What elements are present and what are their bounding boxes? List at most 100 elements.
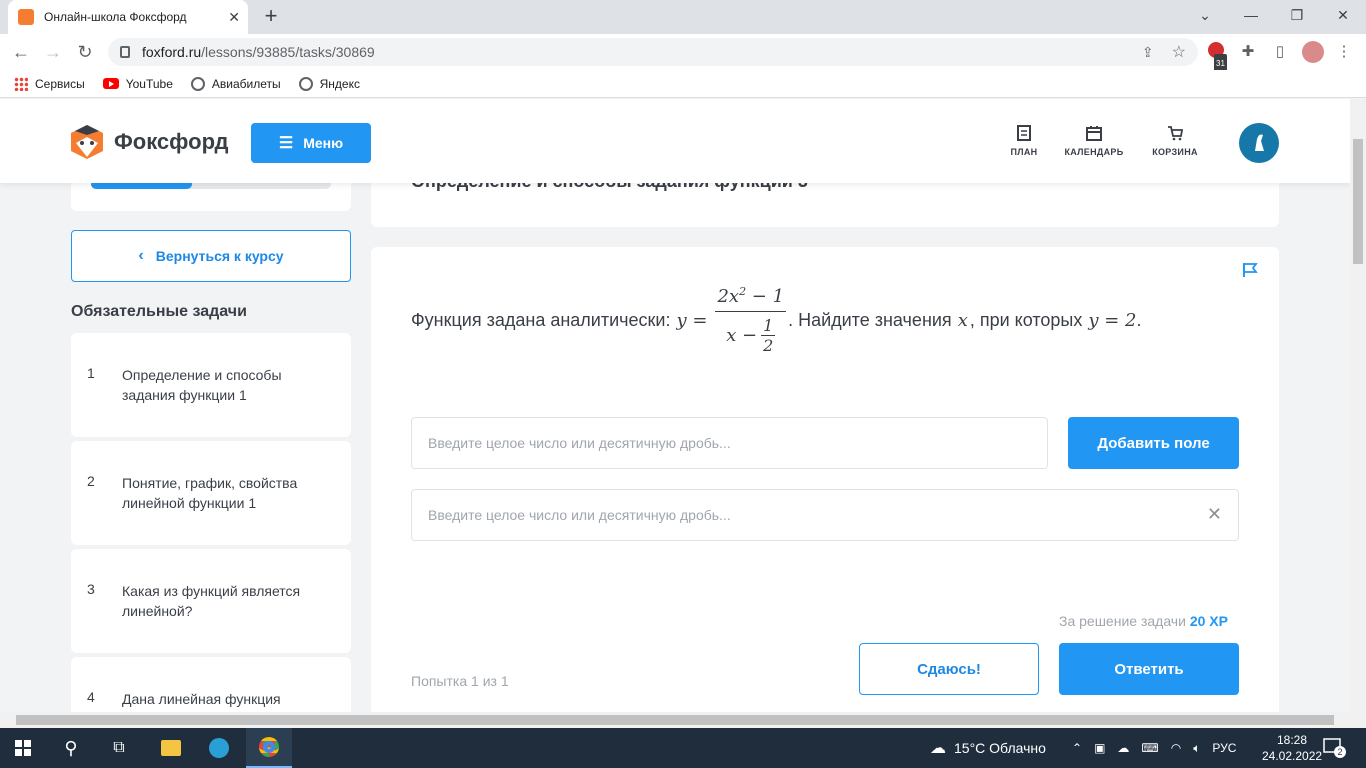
windows-start-icon[interactable] xyxy=(0,728,46,768)
forward-icon[interactable]: → xyxy=(40,40,66,64)
task-view-icon[interactable]: ⧉ xyxy=(96,728,142,768)
wifi-icon[interactable]: ◠ xyxy=(1171,741,1181,755)
nav-label: КОРЗИНА xyxy=(1152,147,1198,157)
notifications-count: 2 xyxy=(1334,746,1346,758)
side-panel-icon[interactable]: ▯ xyxy=(1270,42,1290,62)
required-tasks-title: Обязательные задачи xyxy=(71,303,247,320)
new-tab-button[interactable]: + xyxy=(258,4,284,30)
submit-answer-button[interactable]: Ответить xyxy=(1059,643,1239,695)
list-icon: ☰ xyxy=(278,135,294,152)
search-icon[interactable]: ⚲ xyxy=(48,728,94,768)
clock[interactable]: 18:28 24.02.2022 xyxy=(1262,732,1322,764)
clock-date: 24.02.2022 xyxy=(1262,749,1323,763)
task-list-item[interactable]: 1 Определение и способы задания функции … xyxy=(71,333,351,437)
bookmark-yandex[interactable]: Яндекс xyxy=(298,76,360,91)
nav-cart[interactable]: КОРЗИНА xyxy=(1150,125,1200,157)
lock-icon xyxy=(120,46,130,58)
extension-icon[interactable]: 31 xyxy=(1206,42,1227,74)
reload-icon[interactable]: ↻ xyxy=(72,40,98,64)
browser-tab[interactable]: Онлайн-школа Фоксфорд ✕ xyxy=(8,0,248,34)
windows-taskbar: ⚲ ⧉ ☁ 15°C Облачно ⌃ ▣ ☁ ⌨ ◠ 🔈︎ РУС 18:2… xyxy=(0,728,1366,768)
keyboard-icon[interactable]: ⌨ xyxy=(1141,741,1158,755)
task-number: 1 xyxy=(87,365,95,381)
input-placeholder: Введите целое число или десятичную дробь… xyxy=(428,435,731,451)
site-header: Фоксфорд ☰ Меню ПЛАН КАЛЕНДАРЬ КОРЗИНА xyxy=(0,99,1350,183)
system-tray: ⌃ ▣ ☁ ⌨ ◠ 🔈︎ РУС xyxy=(1072,728,1236,768)
page-viewport: Фоксфорд ☰ Меню ПЛАН КАЛЕНДАРЬ КОРЗИНА ‹… xyxy=(0,99,1350,712)
task-number: 4 xyxy=(87,689,95,705)
task-title: Какая из функций является линейной? xyxy=(122,583,301,619)
tab-close-icon[interactable]: ✕ xyxy=(228,9,240,26)
tab-strip: Онлайн-школа Фоксфорд ✕ + ⌄ — ❐ ✕ xyxy=(0,0,1366,34)
bookmark-aviabilety[interactable]: Авиабилеты xyxy=(190,76,281,91)
task-number: 2 xyxy=(87,473,95,489)
chevron-left-icon: ‹ xyxy=(138,247,144,264)
task-list-item[interactable]: 4 Дана линейная функция xyxy=(71,657,351,712)
cart-icon xyxy=(1168,126,1183,141)
menu-button[interactable]: ☰ Меню xyxy=(251,123,371,163)
device-icon[interactable]: ▣ xyxy=(1094,741,1105,755)
restore-button[interactable]: ❐ xyxy=(1274,0,1320,30)
problem-middle: . Найдите значения xyxy=(788,309,952,330)
back-to-course-button[interactable]: ‹ Вернуться к курсу xyxy=(71,230,351,282)
task-card: Функция задана аналитически: y = 2x2 − 1… xyxy=(371,247,1279,712)
remove-field-close-icon[interactable]: ✕ xyxy=(1207,504,1222,525)
profile-avatar[interactable] xyxy=(1302,41,1324,63)
answer-input-2[interactable]: Введите целое число или десятичную дробь… xyxy=(411,489,1239,541)
menu-label: Меню xyxy=(303,135,344,151)
browser-toolbar: ← → ↻ foxford.ru/lessons/93885/tasks/308… xyxy=(0,34,1366,74)
chrome-menu-icon[interactable]: ⋮ xyxy=(1334,42,1354,62)
nav-calendar[interactable]: КАЛЕНДАРЬ xyxy=(1064,125,1124,157)
problem-suffix: , при которых xyxy=(969,309,1083,330)
onedrive-icon[interactable]: ☁ xyxy=(1117,741,1129,755)
file-explorer-icon[interactable] xyxy=(148,728,194,768)
close-window-button[interactable]: ✕ xyxy=(1320,0,1366,30)
volume-icon[interactable]: 🔈︎ xyxy=(1193,741,1200,756)
add-field-button[interactable]: Добавить поле xyxy=(1068,417,1239,469)
bookmarks-bar: Сервисы YouTube Авиабилеты Яндекс xyxy=(0,70,1366,98)
extensions-puzzle-icon[interactable]: ✚ xyxy=(1238,42,1258,62)
task-title: Определение и способы задания функции 1 xyxy=(122,367,282,403)
bookmark-youtube[interactable]: YouTube xyxy=(102,77,173,91)
user-avatar[interactable] xyxy=(1239,123,1279,163)
bookmark-star-icon[interactable]: ☆ xyxy=(1172,42,1186,62)
user-avatar-icon xyxy=(1255,134,1264,151)
scrollbar-thumb[interactable] xyxy=(1353,139,1363,264)
tab-search-icon[interactable]: ⌄ xyxy=(1182,0,1228,30)
share-icon[interactable]: ⇪ xyxy=(1142,44,1154,61)
nav-plan[interactable]: ПЛАН xyxy=(1004,125,1044,157)
tab-title: Онлайн-школа Фоксфорд xyxy=(44,10,187,24)
xp-prefix: За решение задачи xyxy=(1059,613,1186,629)
horizontal-scrollbar[interactable] xyxy=(0,712,1366,728)
nav-label: ПЛАН xyxy=(1010,147,1038,157)
task-number: 3 xyxy=(87,581,95,597)
language-indicator[interactable]: РУС xyxy=(1212,741,1236,755)
scrollbar-thumb[interactable] xyxy=(16,715,1334,725)
address-bar[interactable]: foxford.ru/lessons/93885/tasks/30869 ⇪ ☆ xyxy=(108,38,1198,66)
weather-widget[interactable]: ☁ 15°C Облачно xyxy=(930,728,1046,768)
globe-icon xyxy=(298,76,313,91)
xp-reward: За решение задачи 20 XP xyxy=(1059,613,1228,629)
report-flag-icon[interactable] xyxy=(1241,261,1259,279)
back-icon[interactable]: ← xyxy=(8,40,34,64)
give-up-button[interactable]: Сдаюсь! xyxy=(859,643,1039,695)
math-y-equals: y = xyxy=(676,309,708,331)
bookmark-services[interactable]: Сервисы xyxy=(14,76,85,91)
task-list-item[interactable]: 3 Какая из функций является линейной? xyxy=(71,549,351,653)
vertical-scrollbar[interactable] xyxy=(1350,99,1366,712)
answer-input-1[interactable]: Введите целое число или десятичную дробь… xyxy=(411,417,1048,469)
chrome-taskbar-icon[interactable] xyxy=(246,728,292,768)
plan-icon xyxy=(1017,125,1031,141)
minimize-button[interactable]: — xyxy=(1228,0,1274,30)
brand-name[interactable]: Фоксфорд xyxy=(114,129,228,155)
youtube-icon xyxy=(102,78,119,89)
bookmark-label: Авиабилеты xyxy=(211,76,281,91)
chevron-up-icon[interactable]: ⌃ xyxy=(1072,741,1082,755)
fox-logo-icon xyxy=(71,125,103,159)
foxford-favicon-icon xyxy=(18,9,34,25)
edge-icon[interactable] xyxy=(196,728,242,768)
url-path: /lessons/93885/tasks/30869 xyxy=(201,44,375,60)
task-list-item[interactable]: 2 Понятие, график, свойства линейной фун… xyxy=(71,441,351,545)
notifications-icon[interactable]: 2 xyxy=(1322,736,1346,760)
math-y-equals-2: y = 2 xyxy=(1088,309,1137,331)
